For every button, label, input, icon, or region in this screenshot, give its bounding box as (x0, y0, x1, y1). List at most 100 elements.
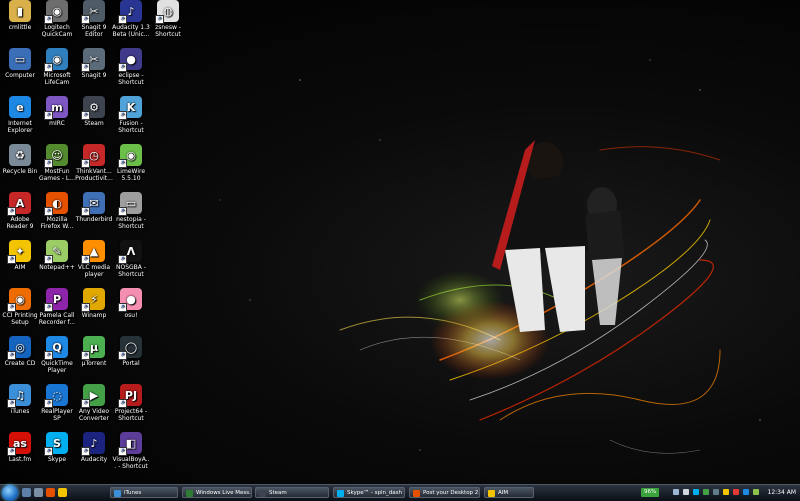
show-desktop-icon[interactable] (22, 488, 31, 497)
notepad-plus-shortcut[interactable]: ✎ ↗ Notepad++ (38, 240, 76, 271)
shortcut-arrow-icon: ↗ (7, 303, 16, 312)
skype-tray-icon[interactable] (693, 489, 699, 495)
logitech-quickcam-shortcut[interactable]: ◉ ↗ Logitech QuickCam (38, 0, 76, 38)
desktop-icon-label: Winamp (81, 312, 107, 319)
mozilla-firefox-shortcut[interactable]: ◐ ↗ Mozilla Firefox W... (38, 192, 76, 230)
snagit-editor-icon: ✂ ↗ (81, 0, 105, 24)
pamela-call-recorder-shortcut[interactable]: P ↗ Pamela Call Recorder f... (38, 288, 76, 326)
volume-icon[interactable] (683, 489, 689, 495)
itunes-shortcut[interactable]: ♫ ↗ iTunes (1, 384, 39, 415)
task-windows-live-messenger[interactable]: Windows Live Mess... (182, 487, 252, 498)
shortcut-arrow-icon: ↗ (81, 15, 90, 24)
cci-printing-setup-shortcut[interactable]: ◉ ↗ CCI Printing Setup (1, 288, 39, 326)
vlc-media-player-shortcut[interactable]: ▲ ↗ VLC media player (75, 240, 113, 278)
windows-live-messenger-app-icon (186, 490, 193, 497)
task-steam[interactable]: Steam (255, 487, 329, 498)
security-tray-icon[interactable] (733, 489, 739, 495)
portal-shortcut[interactable]: ◯ ↗ Portal (112, 336, 150, 367)
power-tray-icon[interactable] (753, 489, 759, 495)
thinkvantage-shortcut[interactable]: ◷ ↗ ThinkVant... Productivit... (75, 144, 113, 182)
nestopia-shortcut[interactable]: ▭ ↗ nestopia - Shortcut (112, 192, 150, 230)
fusion-shortcut[interactable]: K ↗ Fusion - Shortcut (112, 96, 150, 134)
cci-printing-setup-icon: ◉ ↗ (7, 288, 31, 312)
desktop-icon-label: zsnesw - Shortcut (155, 24, 181, 38)
mostfun-games-shortcut[interactable]: ☺ ↗ MostFun Games - L... (38, 144, 76, 182)
audacity-beta-icon: ♪ ↗ (118, 0, 142, 24)
quicktime-player-shortcut[interactable]: Q ↗ QuickTime Player (38, 336, 76, 374)
start-button[interactable] (2, 485, 18, 501)
shortcut-arrow-icon: ↗ (44, 399, 53, 408)
computer-shortcut[interactable]: ▭ Computer (1, 48, 39, 79)
skype-shortcut[interactable]: S ↗ Skype (38, 432, 76, 463)
microsoft-lifecam-shortcut[interactable]: ◉ ↗ Microsoft LifeCam (38, 48, 76, 86)
winamp-icon: ⚡ ↗ (81, 288, 105, 312)
task-post-desktop[interactable]: Post your Desktop 2... (409, 487, 480, 498)
desktop-icon-label: MostFun Games - L... (38, 168, 76, 182)
eclipse-shortcut[interactable]: ● ↗ eclipse - Shortcut (112, 48, 150, 86)
internet-explorer-icon: e (9, 96, 31, 118)
limewire-shortcut[interactable]: ◉ ↗ LimeWire 5.5.10 (112, 144, 150, 182)
desktop-icon-label: Snagit 9 Editor (81, 24, 107, 38)
messenger-tray-icon[interactable] (703, 489, 709, 495)
thunderbird-shortcut[interactable]: ✉ ↗ Thunderbird (75, 192, 113, 223)
desktop-icon-label: iTunes (10, 408, 30, 415)
audacity-shortcut[interactable]: ♪ ↗ Audacity (75, 432, 113, 463)
winamp-shortcut[interactable]: ⚡ ↗ Winamp (75, 288, 113, 319)
task-aim[interactable]: AIM (484, 487, 534, 498)
realplayer-sp-shortcut[interactable]: ◌ ↗ RealPlayer SP (38, 384, 76, 422)
steam-tray-icon[interactable] (713, 489, 719, 495)
itunes-app-icon (114, 490, 121, 497)
aim-shortcut[interactable]: ✦ ↗ AIM (1, 240, 39, 271)
desktop-icon-label: µTorrent (81, 360, 107, 367)
osu-shortcut[interactable]: ● ↗ osu! (112, 288, 150, 319)
shortcut-arrow-icon: ↗ (7, 351, 16, 360)
snagit-shortcut[interactable]: ✂ ↗ Snagit 9 (75, 48, 113, 79)
nosgba-shortcut[interactable]: Λ ↗ NOSGBA - Shortcut (112, 240, 150, 278)
shortcut-arrow-icon: ↗ (118, 63, 127, 72)
network-icon[interactable] (673, 489, 679, 495)
aim-tray-icon[interactable] (723, 489, 729, 495)
task-skype[interactable]: Skype™ - spin_dash (333, 487, 405, 498)
visualboyadvance-shortcut[interactable]: ◧ ↗ VisualBoyA... - Shortcut (112, 432, 150, 470)
audacity-icon: ♪ ↗ (81, 432, 105, 456)
utorrent-shortcut[interactable]: µ ↗ µTorrent (75, 336, 113, 367)
firefox-quicklaunch-icon[interactable] (46, 488, 55, 497)
utorrent-icon: µ ↗ (81, 336, 105, 360)
desktop-icon-label: Recycle Bin (2, 168, 38, 175)
lastfm-shortcut[interactable]: as ↗ Last.fm (1, 432, 39, 463)
shortcut-arrow-icon: ↗ (118, 15, 127, 24)
project64-icon: PJ ↗ (118, 384, 142, 408)
bluetooth-tray-icon[interactable] (743, 489, 749, 495)
internet-explorer-shortcut[interactable]: e Internet Explorer (1, 96, 39, 134)
switch-windows-icon[interactable] (34, 488, 43, 497)
steam-shortcut[interactable]: ⚙ ↗ Steam (75, 96, 113, 127)
adobe-reader-shortcut[interactable]: A ↗ Adobe Reader 9 (1, 192, 39, 230)
microsoft-lifecam-icon: ◉ ↗ (44, 48, 68, 72)
desktop-icon-label: VLC media player (77, 264, 111, 278)
mirc-icon: m ↗ (44, 96, 68, 120)
clock[interactable]: 12:34 AM (768, 489, 796, 496)
battery-indicator[interactable]: 96% (641, 488, 660, 497)
shortcut-arrow-icon: ↗ (118, 351, 127, 360)
snagit-editor-shortcut[interactable]: ✂ ↗ Snagit 9 Editor (75, 0, 113, 38)
create-cd-shortcut[interactable]: ◎ ↗ Create CD (1, 336, 39, 367)
cmlittle-shortcut[interactable]: ▮ cmlittle (1, 0, 39, 31)
mirc-shortcut[interactable]: m ↗ mIRC (38, 96, 76, 127)
snagit-icon: ✂ ↗ (81, 48, 105, 72)
project64-shortcut[interactable]: PJ ↗ Project64 - Shortcut (112, 384, 150, 422)
desktop-icon-label: Snagit 9 (81, 72, 107, 79)
desktop-icon-label: VisualBoyA... - Shortcut (112, 456, 150, 470)
system-tray: 96% 12:34 AM (635, 487, 800, 499)
audacity-beta-shortcut[interactable]: ♪ ↗ Audacity 1.3 Beta (Unic... (112, 0, 150, 38)
aim-quicklaunch-icon[interactable] (58, 488, 67, 497)
skype-icon: S ↗ (44, 432, 68, 456)
recycle-bin-shortcut[interactable]: ♻ Recycle Bin (1, 144, 39, 175)
mostfun-games-icon: ☺ ↗ (44, 144, 68, 168)
vlc-media-player-icon: ▲ ↗ (81, 240, 105, 264)
any-video-converter-shortcut[interactable]: ▶ ↗ Any Video Converter (75, 384, 113, 422)
desktop-icon-label: Create CD (4, 360, 36, 367)
desktop-icon-label: Fusion - Shortcut (118, 120, 144, 134)
thunderbird-icon: ✉ ↗ (81, 192, 105, 216)
task-itunes[interactable]: iTunes (110, 487, 178, 498)
zsnesw-shortcut[interactable]: ◍ ↗ zsnesw - Shortcut (149, 0, 187, 38)
